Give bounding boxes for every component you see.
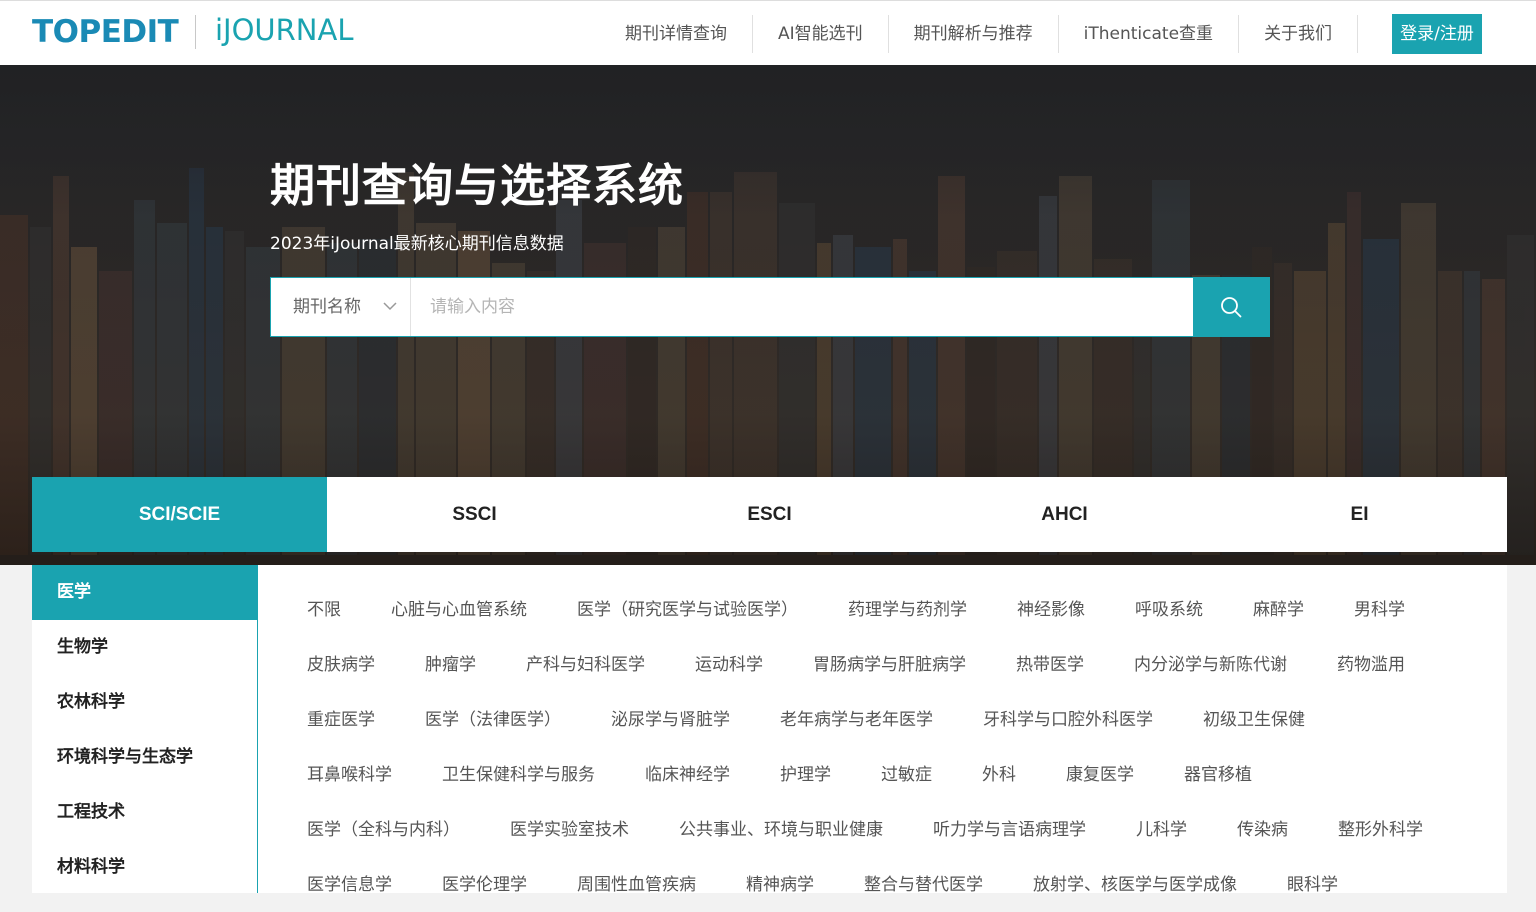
subject-item[interactable]: 医学实验室技术 xyxy=(510,819,629,841)
sidebar-item-biology[interactable]: 生物学 xyxy=(32,620,257,675)
subject-item[interactable]: 麻醉学 xyxy=(1253,599,1304,621)
sidebar-item-agriculture-forestry[interactable]: 农林科学 xyxy=(32,675,257,730)
subject-panel: 医学 生物学 农林科学 环境科学与生态学 工程技术 材料科学 不限 心脏与心血管系… xyxy=(32,565,1507,895)
subject-item[interactable]: 护理学 xyxy=(780,764,831,786)
nav-journal-details[interactable]: 期刊详情查询 xyxy=(600,14,753,53)
search-input[interactable] xyxy=(412,278,1192,336)
subject-item[interactable]: 医学信息学 xyxy=(307,874,392,896)
tab-ei[interactable]: EI xyxy=(1212,477,1507,552)
subject-item[interactable]: 重症医学 xyxy=(307,709,375,731)
discipline-sidebar: 医学 生物学 农林科学 环境科学与生态学 工程技术 材料科学 xyxy=(32,565,258,893)
chevron-down-icon xyxy=(383,302,397,311)
page-title: 期刊查询与选择系统 xyxy=(270,159,685,212)
index-tabs: SCI/SCIE SSCI ESCI AHCI EI xyxy=(32,477,1507,552)
subject-item[interactable]: 老年病学与老年医学 xyxy=(780,709,933,731)
tab-esci[interactable]: ESCI xyxy=(622,477,917,552)
subject-item[interactable]: 皮肤病学 xyxy=(307,654,375,676)
nav-ai-selection[interactable]: AI智能选刊 xyxy=(753,14,889,53)
subject-item[interactable]: 精神病学 xyxy=(746,874,814,896)
subject-row: 医学（全科与内科） 医学实验室技术 公共事业、环境与职业健康 听力学与言语病理学 儿科学… xyxy=(307,802,1497,857)
subject-item[interactable]: 听力学与言语病理学 xyxy=(933,819,1086,841)
subject-item[interactable]: 医学（法律医学） xyxy=(425,709,561,731)
tab-sci-scie[interactable]: SCI/SCIE xyxy=(32,477,327,552)
subject-item[interactable]: 卫生保健科学与服务 xyxy=(442,764,595,786)
subject-item[interactable]: 泌尿学与肾脏学 xyxy=(611,709,730,731)
subject-row: 耳鼻喉科学 卫生保健科学与服务 临床神经学 护理学 过敏症 外科 康复医学 器官移植 xyxy=(307,747,1497,802)
subject-item[interactable]: 医学（研究医学与试验医学） xyxy=(577,599,798,621)
subject-item[interactable]: 传染病 xyxy=(1237,819,1288,841)
nav-analysis-recommend[interactable]: 期刊解析与推荐 xyxy=(889,14,1059,53)
subject-row: 不限 心脏与心血管系统 医学（研究医学与试验医学） 药理学与药剂学 神经影像 呼吸系统 麻醉… xyxy=(307,582,1497,637)
subject-item[interactable]: 心脏与心血管系统 xyxy=(391,599,527,621)
nav-about-us[interactable]: 关于我们 xyxy=(1239,14,1359,53)
subject-item[interactable]: 神经影像 xyxy=(1017,599,1085,621)
subject-item[interactable]: 周围性血管疾病 xyxy=(577,874,696,896)
subject-item[interactable]: 放射学、核医学与医学成像 xyxy=(1033,874,1237,896)
tab-ahci[interactable]: AHCI xyxy=(917,477,1212,552)
subject-item[interactable]: 产科与妇科医学 xyxy=(526,654,645,676)
subject-item[interactable]: 胃肠病学与肝脏病学 xyxy=(813,654,966,676)
subject-item[interactable]: 男科学 xyxy=(1354,599,1405,621)
subject-item[interactable]: 儿科学 xyxy=(1136,819,1187,841)
subject-item[interactable]: 医学伦理学 xyxy=(442,874,527,896)
subject-item[interactable]: 呼吸系统 xyxy=(1135,599,1203,621)
sidebar-item-engineering[interactable]: 工程技术 xyxy=(32,785,257,840)
subject-item[interactable]: 运动科学 xyxy=(695,654,763,676)
sidebar-item-medicine[interactable]: 医学 xyxy=(32,565,257,620)
main-nav: 期刊详情查询 AI智能选刊 期刊解析与推荐 iThenticate查重 关于我们 xyxy=(600,1,1359,66)
subject-item[interactable]: 外科 xyxy=(982,764,1016,786)
topedit-logo[interactable]: TOPEDIT xyxy=(32,14,179,50)
search-icon xyxy=(1221,297,1242,318)
logo-divider xyxy=(195,15,196,49)
subject-item[interactable]: 过敏症 xyxy=(881,764,932,786)
search-type-select[interactable]: 期刊名称 xyxy=(271,278,411,336)
top-navigation-bar: TOPEDIT iJOURNAL 期刊详情查询 AI智能选刊 期刊解析与推荐 i… xyxy=(0,0,1536,65)
subject-item[interactable]: 热带医学 xyxy=(1016,654,1084,676)
subject-item[interactable]: 医学（全科与内科） xyxy=(307,819,460,841)
subject-item[interactable]: 初级卫生保健 xyxy=(1203,709,1305,731)
search-type-value: 期刊名称 xyxy=(293,297,361,317)
subject-item[interactable]: 肿瘤学 xyxy=(425,654,476,676)
subject-item[interactable]: 药物滥用 xyxy=(1337,654,1405,676)
sidebar-item-materials[interactable]: 材料科学 xyxy=(32,840,257,895)
sidebar-item-environment-ecology[interactable]: 环境科学与生态学 xyxy=(32,730,257,785)
subject-row: 皮肤病学 肿瘤学 产科与妇科医学 运动科学 胃肠病学与肝脏病学 热带医学 内分泌学与新陈代谢… xyxy=(307,637,1497,692)
page-subtitle: 2023年iJournal最新核心期刊信息数据 xyxy=(270,234,564,254)
subject-item[interactable]: 康复医学 xyxy=(1066,764,1134,786)
nav-ithenticate[interactable]: iThenticate查重 xyxy=(1059,14,1240,53)
subject-item[interactable]: 不限 xyxy=(307,599,341,621)
ijournal-logo[interactable]: iJOURNAL xyxy=(215,13,354,47)
subject-item[interactable]: 器官移植 xyxy=(1184,764,1252,786)
search-button[interactable] xyxy=(1193,277,1270,337)
subject-row: 医学信息学 医学伦理学 周围性血管疾病 精神病学 整合与替代医学 放射学、核医学与医学成像… xyxy=(307,857,1497,912)
subject-item[interactable]: 整形外科学 xyxy=(1338,819,1423,841)
subject-item[interactable]: 内分泌学与新陈代谢 xyxy=(1134,654,1287,676)
search-box: 期刊名称 xyxy=(270,277,1270,337)
subject-item[interactable]: 临床神经学 xyxy=(645,764,730,786)
login-register-button[interactable]: 登录/注册 xyxy=(1392,14,1482,54)
subject-item[interactable]: 眼科学 xyxy=(1287,874,1338,896)
subject-item[interactable]: 公共事业、环境与职业健康 xyxy=(679,819,883,841)
subject-list: 不限 心脏与心血管系统 医学（研究医学与试验医学） 药理学与药剂学 神经影像 呼吸系统 麻醉… xyxy=(307,582,1497,912)
subject-item[interactable]: 耳鼻喉科学 xyxy=(307,764,392,786)
subject-item[interactable]: 药理学与药剂学 xyxy=(848,599,967,621)
tab-ssci[interactable]: SSCI xyxy=(327,477,622,552)
subject-item[interactable]: 整合与替代医学 xyxy=(864,874,983,896)
subject-item[interactable]: 牙科学与口腔外科医学 xyxy=(983,709,1153,731)
subject-row: 重症医学 医学（法律医学） 泌尿学与肾脏学 老年病学与老年医学 牙科学与口腔外科医学 初级… xyxy=(307,692,1497,747)
